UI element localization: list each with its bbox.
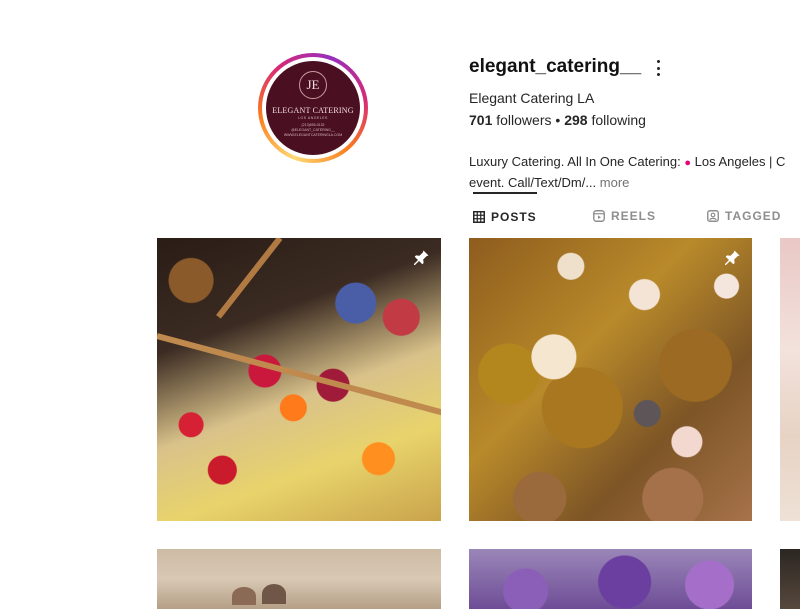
post-tile[interactable] (780, 238, 800, 521)
tab-reels-label: REELS (611, 208, 657, 223)
post-tile[interactable] (157, 549, 441, 609)
bio-text-2: Los Angeles | C (691, 154, 786, 169)
tab-reels[interactable]: REELS (593, 193, 656, 238)
location-pin-icon: ● (684, 157, 691, 169)
following-count: 298 (564, 112, 588, 128)
post-tile[interactable] (469, 549, 752, 609)
profile-avatar[interactable]: JE ELEGANT CATERING LOS ANGELES (213)555… (258, 53, 368, 163)
followers-label: followers (496, 112, 552, 128)
post-tile[interactable] (780, 549, 800, 609)
bio-more-link[interactable]: more (600, 175, 630, 190)
post-tile[interactable] (157, 238, 441, 521)
stats-separator: • (555, 112, 561, 128)
bio-line-2: event. Call/Text/Dm/... more (469, 173, 785, 192)
following-label: following (591, 112, 646, 128)
profile-username: elegant_catering__ (469, 56, 642, 77)
dessert-shape (232, 587, 256, 605)
logo-subtitle: LOS ANGELES (298, 116, 328, 120)
post-tile[interactable] (469, 238, 752, 521)
logo-website: WWW.ELEGANTCATERINGLA.COM (283, 133, 343, 137)
following-link[interactable]: 298 following (564, 112, 646, 128)
avatar-logo: JE ELEGANT CATERING LOS ANGELES (213)555… (266, 61, 360, 155)
profile-tabs: POSTS REELS TAGGED (157, 192, 800, 239)
grid-icon (473, 210, 485, 223)
logo-handle: @ELEGANT_CATERING__ (291, 128, 335, 132)
logo-contact: (213)555-0132 (301, 123, 325, 127)
followers-link[interactable]: 701 followers (469, 112, 552, 128)
profile-bio: Luxury Catering. All In One Catering: ● … (469, 152, 785, 192)
logo-monogram: JE (299, 71, 327, 99)
tagged-icon (707, 209, 719, 222)
tab-tagged[interactable]: TAGGED (707, 193, 781, 238)
followers-count: 701 (469, 112, 493, 128)
dessert-shape (262, 584, 286, 604)
tray-rail (216, 238, 283, 319)
tray-rail (157, 333, 441, 417)
tab-posts-label: POSTS (491, 209, 537, 224)
profile-display-name: Elegant Catering LA (469, 90, 595, 106)
reels-icon (593, 209, 605, 222)
options-menu-icon[interactable] (653, 60, 663, 76)
pin-icon (725, 250, 740, 265)
bio-line-1: Luxury Catering. All In One Catering: ● … (469, 152, 785, 173)
bio-text-1: Luxury Catering. All In One Catering: (469, 154, 685, 169)
bio-text-3: event. Call/Text/Dm/... (469, 175, 597, 190)
tab-tagged-label: TAGGED (725, 208, 782, 223)
profile-stats: 701 followers • 298 following (469, 112, 646, 128)
pin-icon (414, 250, 429, 265)
tab-posts[interactable]: POSTS (473, 192, 537, 239)
logo-title: ELEGANT CATERING (272, 106, 354, 115)
